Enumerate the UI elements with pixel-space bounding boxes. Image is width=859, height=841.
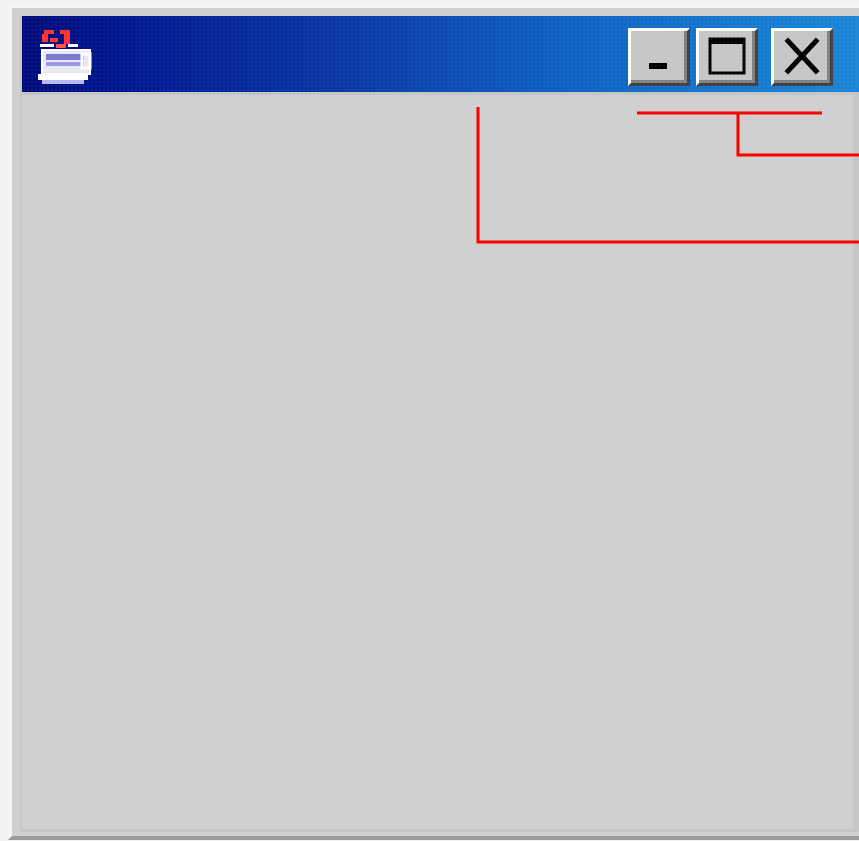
close-icon bbox=[784, 37, 820, 75]
client-area bbox=[22, 95, 853, 829]
close-button[interactable] bbox=[771, 28, 833, 86]
minimize-icon bbox=[649, 63, 667, 69]
minimize-button[interactable] bbox=[628, 28, 690, 86]
maximize-icon bbox=[708, 37, 746, 75]
maximize-button[interactable] bbox=[696, 28, 758, 86]
java-cup-icon[interactable] bbox=[30, 24, 94, 88]
title-bar[interactable] bbox=[22, 16, 859, 92]
screenshot-canvas bbox=[0, 0, 859, 841]
